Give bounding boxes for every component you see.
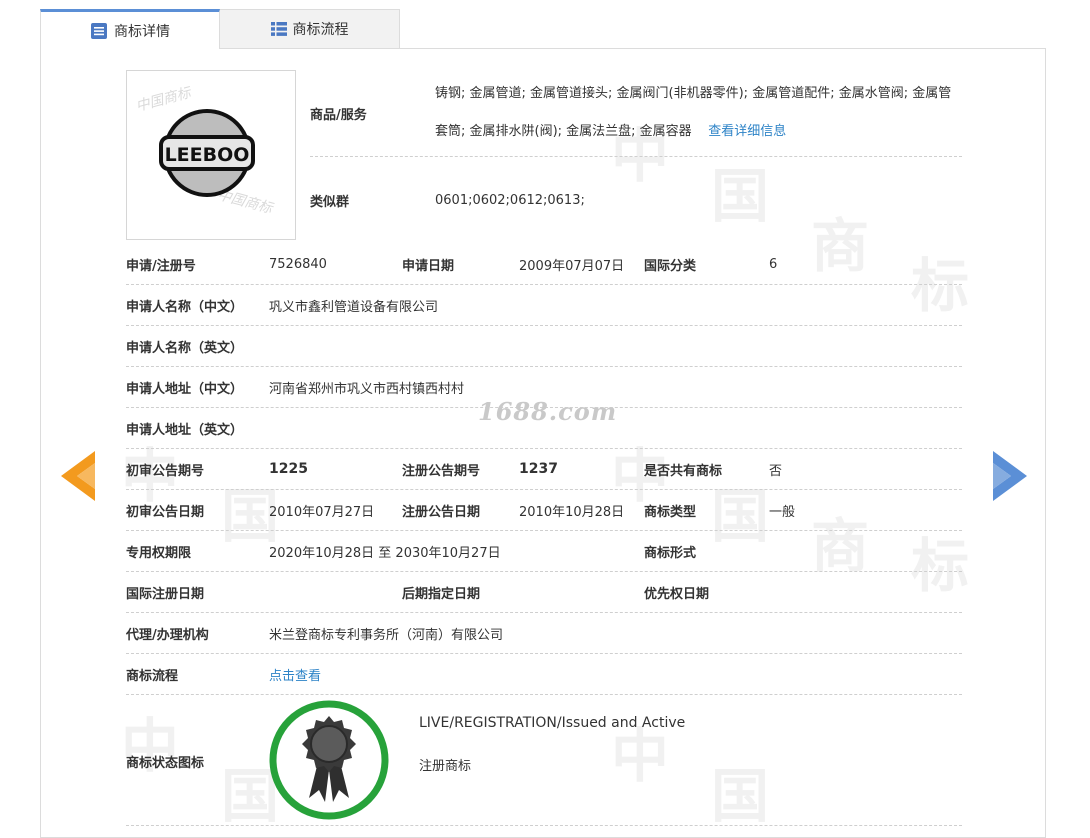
field-label: 初审公告期号 (126, 463, 205, 479)
goods-value: 铸钢; 金属管道; 金属管道接头; 金属阀门(非机器零件); 金属管道配件; 金… (435, 70, 962, 156)
table-row: 申请人名称（英文） (126, 326, 962, 367)
status-cn: 注册商标 (419, 759, 472, 774)
prelim-pub-number: 1225 (269, 461, 308, 477)
field-label: 商标流程 (126, 668, 179, 684)
prelim-pub-date: 2010年07月27日 (269, 504, 375, 520)
details-panel: 中 国 商 标 中 国 中 国 商 标 中 国 中 国 中国商标 中国商标 LE… (40, 48, 1046, 838)
tab-trademark-details[interactable]: 商标详情 (40, 9, 220, 49)
field-label: 优先权日期 (644, 586, 710, 602)
field-label: 商标状态图标 (126, 756, 205, 771)
details-table: 申请/注册号 7526840 申请日期 2009年07月07日 国际分类 6 申… (126, 244, 962, 826)
registered-badge-icon (269, 700, 389, 820)
table-row: 申请/注册号 7526840 申请日期 2009年07月07日 国际分类 6 (126, 244, 962, 285)
trademark-type: 一般 (769, 504, 796, 520)
shared-trademark: 否 (769, 463, 783, 479)
field-label: 国际分类 (644, 258, 697, 274)
status-en: LIVE/REGISTRATION/Issued and Active (419, 715, 686, 731)
tab-label: 商标详情 (114, 23, 170, 40)
table-row: 专用权期限 2020年10月28日 至 2030年10月27日 商标形式 (126, 531, 962, 572)
list-icon (270, 22, 287, 36)
field-label: 注册公告日期 (402, 504, 481, 520)
intl-class: 6 (769, 256, 778, 272)
logo-text: LEEBOO (165, 144, 250, 166)
next-arrow-icon[interactable] (993, 451, 1027, 501)
agent-name: 米兰登商标专利事务所（河南）有限公司 (269, 627, 504, 643)
previous-arrow-icon[interactable] (61, 451, 95, 501)
applicant-address-cn: 河南省郑州市巩义市西村镇西村村 (269, 381, 465, 397)
goods-section: 商品/服务 铸钢; 金属管道; 金属管道接头; 金属阀门(非机器零件); 金属管… (310, 70, 962, 243)
list-doc-icon (90, 22, 108, 40)
goods-row: 商品/服务 铸钢; 金属管道; 金属管道接头; 金属阀门(非机器零件); 金属管… (310, 70, 962, 157)
reg-pub-date: 2010年10月28日 (519, 504, 625, 520)
tab-trademark-process[interactable]: 商标流程 (220, 9, 400, 49)
field-label: 申请/注册号 (126, 258, 196, 274)
field-label: 申请人地址（英文） (126, 422, 244, 438)
view-process-link[interactable]: 点击查看 (269, 654, 321, 694)
reg-number: 7526840 (269, 256, 327, 272)
exclusive-period: 2020年10月28日 至 2030年10月27日 (269, 545, 501, 561)
table-row: 国际注册日期 后期指定日期 优先权日期 (126, 572, 962, 613)
reg-pub-number: 1237 (519, 461, 558, 477)
table-row: 代理/办理机构 米兰登商标专利事务所（河南）有限公司 (126, 613, 962, 654)
field-label: 专用权期限 (126, 545, 192, 561)
field-label: 代理/办理机构 (126, 627, 209, 643)
table-row: 初审公告日期 2010年07月27日 注册公告日期 2010年10月28日 商标… (126, 490, 962, 531)
table-row: 申请人名称（中文） 巩义市鑫利管道设备有限公司 (126, 285, 962, 326)
field-label: 国际注册日期 (126, 586, 205, 602)
applicant-name-cn: 巩义市鑫利管道设备有限公司 (269, 299, 439, 315)
field-label: 后期指定日期 (402, 586, 481, 602)
application-date: 2009年07月07日 (519, 258, 625, 274)
field-label: 申请人名称（英文） (126, 340, 244, 356)
trademark-image: 中国商标 中国商标 LEEBOO (126, 70, 296, 240)
field-label: 注册公告期号 (402, 463, 481, 479)
tab-label: 商标流程 (292, 22, 349, 38)
similar-group-label: 类似群 (310, 194, 350, 210)
field-label: 是否共有商标 (644, 463, 723, 479)
similar-group-value: 0601;0602;0612;0613; (435, 192, 585, 208)
field-label: 申请人名称（中文） (126, 299, 244, 315)
field-label: 申请人地址（中文） (126, 381, 244, 397)
goods-label: 商品/服务 (310, 107, 367, 123)
table-row: 商标流程 点击查看 (126, 654, 962, 695)
leeboo-logo: LEEBOO (159, 109, 255, 197)
field-label: 申请日期 (402, 258, 455, 274)
tab-bar: 商标详情 商标流程 (40, 9, 402, 49)
view-details-link[interactable]: 查看详细信息 (708, 124, 786, 139)
site-watermark: 1688.com (478, 397, 618, 426)
goods-text: 铸钢; 金属管道; 金属管道接头; 金属阀门(非机器零件); 金属管道配件; 金… (435, 86, 952, 139)
field-label: 初审公告日期 (126, 504, 205, 520)
status-row: 商标状态图标 LIVE/REGISTRATION/Issued and Acti… (126, 695, 962, 826)
field-label: 商标形式 (644, 545, 697, 561)
field-label: 商标类型 (644, 504, 697, 520)
similar-group-row: 类似群 0601;0602;0612;0613; (310, 157, 962, 243)
table-row: 初审公告期号 1225 注册公告期号 1237 是否共有商标 否 (126, 449, 962, 490)
